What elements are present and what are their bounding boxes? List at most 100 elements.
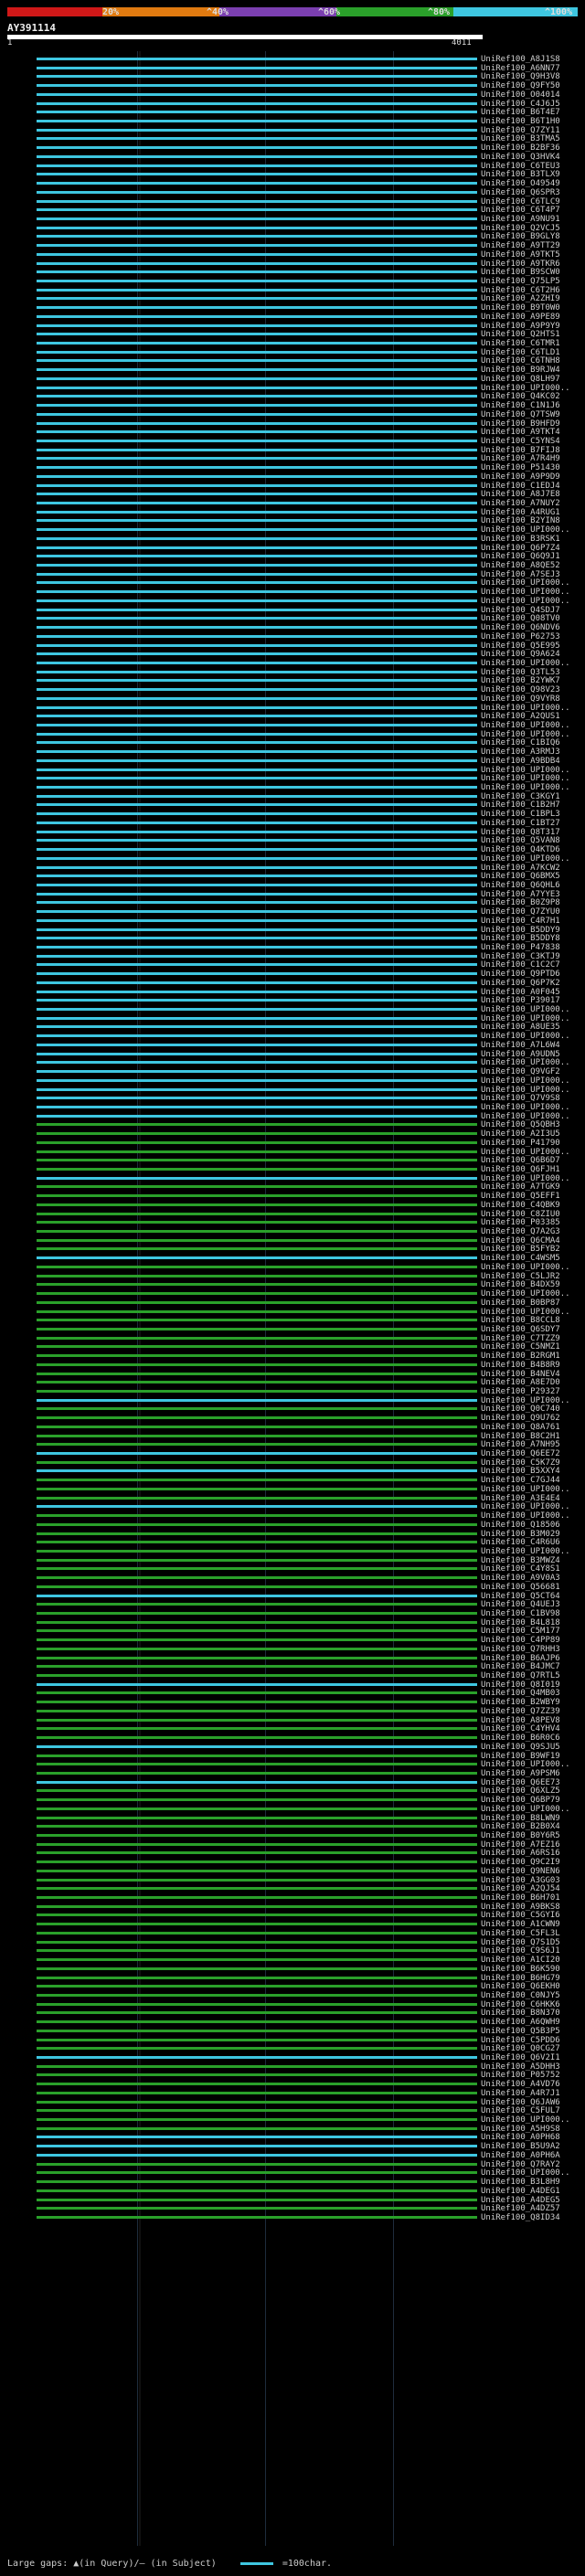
alignment-bar[interactable] [37,1958,477,1962]
alignment-bar[interactable] [37,2118,477,2122]
alignment-bar[interactable] [37,270,477,274]
alignment-bar[interactable] [37,608,477,611]
alignment-bar[interactable] [37,1505,477,1509]
alignment-bar[interactable] [37,350,477,354]
alignment-bar[interactable] [37,1203,477,1206]
alignment-bar[interactable] [37,510,477,514]
alignment-bar[interactable] [37,226,477,229]
alignment-bar[interactable] [37,946,477,949]
alignment-bar[interactable] [37,981,477,984]
alignment-bar[interactable] [37,617,477,620]
alignment-bar[interactable] [37,1283,477,1287]
alignment-bar[interactable] [37,626,477,630]
alignment-bar[interactable] [37,1372,477,1375]
alignment-bar[interactable] [37,1869,477,1872]
alignment-bar[interactable] [37,404,477,408]
alignment-bar[interactable] [37,1549,477,1553]
alignment-bar[interactable] [37,448,477,451]
alignment-bar[interactable] [37,66,477,69]
alignment-bar[interactable] [37,208,477,212]
alignment-bar[interactable] [37,368,477,372]
alignment-bar[interactable] [37,1212,477,1215]
alignment-bar[interactable] [37,128,477,132]
alignment-bar[interactable] [37,2011,477,2015]
alignment-bar[interactable] [37,466,477,470]
alignment-bar[interactable] [37,1345,477,1349]
alignment-bar[interactable] [37,1940,477,1944]
alignment-bar[interactable] [37,2002,477,2006]
alignment-bar[interactable] [37,261,477,265]
alignment-bar[interactable] [37,1247,477,1251]
alignment-bar[interactable] [37,1150,477,1153]
alignment-bar[interactable] [37,528,477,532]
alignment-bar[interactable] [37,1300,477,1304]
alignment-bar[interactable] [37,1744,477,1748]
alignment-bar[interactable] [37,2029,477,2032]
alignment-bar[interactable] [37,84,477,88]
alignment-bar[interactable] [37,1567,477,1571]
alignment-bar[interactable] [37,2064,477,2068]
alignment-bar[interactable] [37,2171,477,2175]
alignment-bar[interactable] [37,235,477,239]
alignment-bar[interactable] [37,1230,477,1234]
alignment-bar[interactable] [37,688,477,692]
alignment-bar[interactable] [37,1097,477,1100]
alignment-bar[interactable] [37,536,477,540]
alignment-bar[interactable] [37,2189,477,2192]
alignment-bar[interactable] [37,581,477,585]
alignment-bar[interactable] [37,92,477,96]
alignment-bar[interactable] [37,2091,477,2094]
alignment-bar[interactable] [37,120,477,123]
alignment-bar[interactable] [37,280,477,282]
alignment-bar[interactable] [37,457,477,461]
alignment-bar[interactable] [37,2136,477,2139]
alignment-bar[interactable] [37,1052,477,1055]
alignment-bar[interactable] [37,1736,477,1740]
alignment-bar[interactable] [37,768,477,771]
alignment-bar[interactable] [37,1851,477,1855]
alignment-bar[interactable] [37,1016,477,1020]
alignment-bar[interactable] [37,830,477,833]
alignment-bar[interactable] [37,1025,477,1029]
alignment-bar[interactable] [37,1638,477,1642]
alignment-bar[interactable] [37,1381,477,1384]
alignment-bar[interactable] [37,883,477,886]
alignment-bar[interactable] [37,1354,477,1358]
alignment-bar[interactable] [37,2038,477,2041]
alignment-bar[interactable] [37,705,477,709]
alignment-bar[interactable] [37,519,477,523]
alignment-bar[interactable] [37,1185,477,1189]
alignment-bar[interactable] [37,643,477,647]
alignment-bar[interactable] [37,111,477,114]
alignment-bar[interactable] [37,1362,477,1366]
alignment-bar[interactable] [37,1825,477,1829]
alignment-bar[interactable] [37,1460,477,1464]
alignment-bar[interactable] [37,1816,477,1819]
alignment-bar[interactable] [37,901,477,905]
alignment-bar[interactable] [37,58,477,60]
alignment-bar[interactable] [37,1682,477,1686]
alignment-bar[interactable] [37,1993,477,1997]
alignment-bar[interactable] [37,1789,477,1793]
alignment-bar[interactable] [37,1532,477,1535]
alignment-bar[interactable] [37,732,477,736]
alignment-bar[interactable] [37,2162,477,2166]
alignment-bar[interactable] [37,2145,477,2148]
alignment-bar[interactable] [37,101,477,105]
alignment-bar[interactable] [37,1105,477,1108]
alignment-bar[interactable] [37,1771,477,1775]
alignment-bar[interactable] [37,1319,477,1322]
alignment-bar[interactable] [37,963,477,967]
alignment-bar[interactable] [37,758,477,762]
alignment-bar[interactable] [37,1585,477,1588]
alignment-bar[interactable] [37,217,477,220]
alignment-bar[interactable] [37,599,477,602]
alignment-bar[interactable] [37,1647,477,1650]
alignment-bar[interactable] [37,252,477,256]
alignment-bar[interactable] [37,137,477,141]
alignment-bar[interactable] [37,1541,477,1544]
alignment-bar[interactable] [37,1496,477,1500]
alignment-bar[interactable] [37,2207,477,2210]
alignment-bar[interactable] [37,483,477,487]
alignment-bar[interactable] [37,812,477,816]
